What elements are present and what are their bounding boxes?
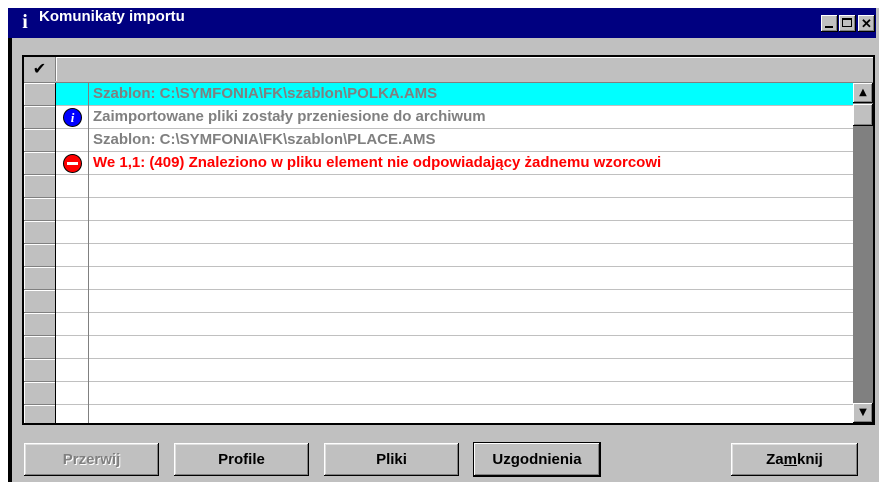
minimize-button[interactable]: [821, 15, 838, 32]
icon-column: i: [56, 83, 89, 423]
message-rows: Szablon: C:\SYMFONIA\FK\szablon\POLKA.AM…: [89, 83, 853, 423]
message-row[interactable]: [89, 198, 853, 221]
row-indicator[interactable]: [24, 267, 55, 290]
title-bar[interactable]: i Komunikaty importu ✕: [8, 8, 876, 38]
grid-header: ✔: [24, 57, 873, 83]
icon-cell: [56, 405, 88, 423]
grid-header-body: [56, 57, 873, 81]
icon-cell: [56, 129, 88, 152]
row-indicator[interactable]: [24, 83, 55, 106]
message-row[interactable]: [89, 175, 853, 198]
row-indicator-column: [24, 83, 56, 423]
message-row[interactable]: [89, 405, 853, 423]
message-row[interactable]: [89, 336, 853, 359]
window-frame: [8, 38, 12, 482]
vertical-scrollbar[interactable]: ▲ ▼: [853, 83, 873, 423]
icon-cell: [56, 336, 88, 359]
row-indicator[interactable]: [24, 129, 55, 152]
message-row[interactable]: [89, 221, 853, 244]
icon-cell: [56, 382, 88, 405]
icon-cell: [56, 244, 88, 267]
przerwij-button[interactable]: Przerwij: [24, 443, 159, 476]
icon-cell: i: [56, 106, 88, 129]
zamknij-label-pre: Za: [766, 451, 784, 468]
maximize-icon: [842, 18, 852, 27]
message-row[interactable]: Szablon: C:\SYMFONIA\FK\szablon\PLACE.AM…: [89, 129, 853, 152]
icon-cell: [56, 313, 88, 336]
row-indicator[interactable]: [24, 221, 55, 244]
row-indicator[interactable]: [24, 336, 55, 359]
messages-grid[interactable]: ✔ i Szablon: C:\SYMFONIA\FK\szablon\POLK…: [22, 55, 875, 425]
row-indicator[interactable]: [24, 405, 55, 423]
icon-cell: [56, 83, 88, 106]
zamknij-mnemonic: m: [783, 451, 797, 468]
message-row[interactable]: Szablon: C:\SYMFONIA\FK\szablon\POLKA.AM…: [89, 83, 853, 106]
scroll-down-button[interactable]: ▼: [853, 403, 873, 423]
dialog-window: i Komunikaty importu ✕ ✔ i Szablon: C:\S…: [0, 0, 879, 482]
message-row[interactable]: [89, 313, 853, 336]
row-indicator[interactable]: [24, 106, 55, 129]
row-indicator[interactable]: [24, 198, 55, 221]
left-edge: [0, 0, 8, 482]
row-indicator[interactable]: [24, 290, 55, 313]
icon-cell: [56, 267, 88, 290]
zamknij-label-post: knij: [797, 451, 823, 468]
message-row[interactable]: [89, 359, 853, 382]
zamknij-button[interactable]: Zamknij: [731, 443, 858, 476]
scroll-thumb[interactable]: [853, 104, 873, 126]
close-button[interactable]: ✕: [858, 15, 875, 32]
row-indicator[interactable]: [24, 175, 55, 198]
scroll-up-button[interactable]: ▲: [853, 83, 873, 103]
message-row[interactable]: [89, 290, 853, 313]
info-icon: i: [64, 109, 81, 126]
message-row[interactable]: We 1,1: (409) Znaleziono w pliku element…: [89, 152, 853, 175]
uzgodnienia-button[interactable]: Uzgodnienia: [474, 443, 600, 476]
arrow-up-icon: ▲: [859, 87, 867, 98]
minimize-icon: [825, 26, 833, 28]
maximize-button[interactable]: [839, 15, 856, 32]
message-row[interactable]: [89, 267, 853, 290]
row-indicator[interactable]: [24, 359, 55, 382]
top-edge: [0, 0, 879, 8]
arrow-down-icon: ▼: [859, 407, 867, 418]
info-icon: i: [22, 11, 28, 33]
row-indicator[interactable]: [24, 152, 55, 175]
icon-cell: [56, 359, 88, 382]
row-indicator[interactable]: [24, 313, 55, 336]
window-title: Komunikaty importu: [39, 8, 185, 25]
pliki-button[interactable]: Pliki: [324, 443, 459, 476]
icon-cell: [56, 290, 88, 313]
checkmark-icon[interactable]: ✔: [24, 57, 56, 81]
profile-button[interactable]: Profile: [174, 443, 309, 476]
error-icon: [64, 155, 81, 172]
icon-cell: [56, 152, 88, 175]
message-row[interactable]: Zaimportowane pliki zostały przeniesione…: [89, 106, 853, 129]
icon-cell: [56, 221, 88, 244]
row-indicator[interactable]: [24, 382, 55, 405]
message-row[interactable]: [89, 244, 853, 267]
message-row[interactable]: [89, 382, 853, 405]
icon-cell: [56, 175, 88, 198]
row-indicator[interactable]: [24, 244, 55, 267]
close-icon: ✕: [861, 16, 872, 31]
icon-cell: [56, 198, 88, 221]
